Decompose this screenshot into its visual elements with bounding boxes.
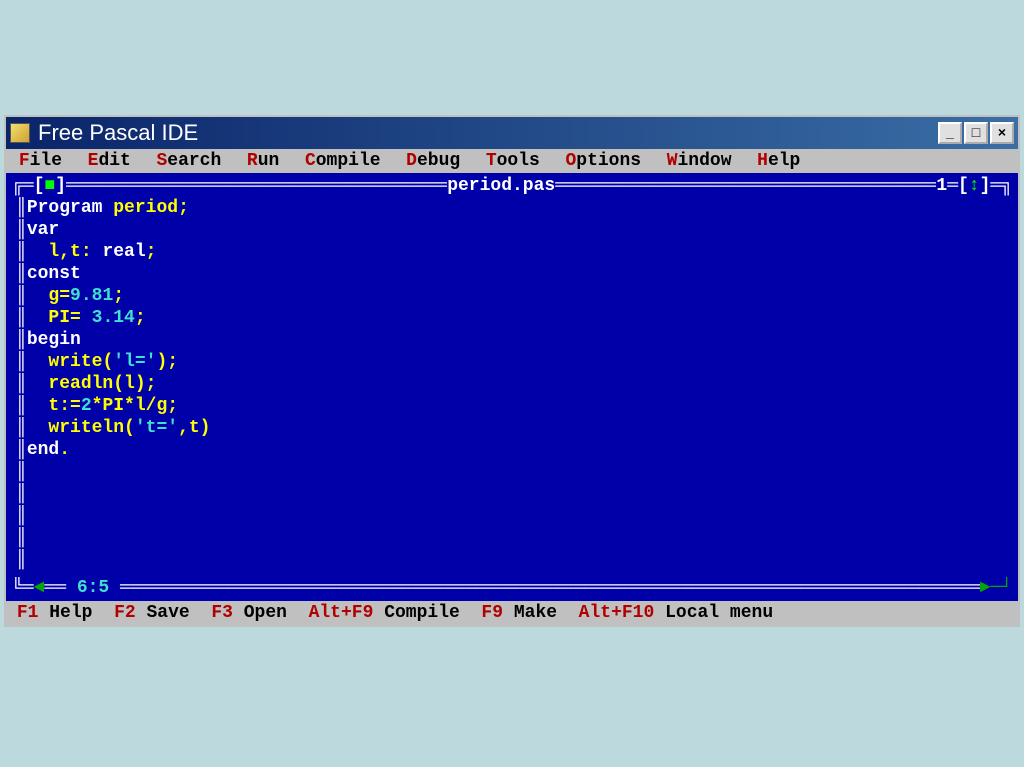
menu-file[interactable]: File (17, 151, 64, 171)
status-compile-key[interactable]: Alt+F9 (309, 603, 374, 623)
close-button[interactable]: × (990, 122, 1014, 144)
status-f3-lbl: Open (244, 603, 287, 623)
status-compile-lbl: Compile (384, 603, 460, 623)
window-controls: _ □ × (938, 122, 1014, 144)
kw-const: const (27, 264, 81, 284)
status-make-key[interactable]: F9 (481, 603, 503, 623)
status-f2-lbl: Save (146, 603, 189, 623)
resize-corner-icon[interactable]: ─┘ (990, 577, 1012, 599)
status-local-key[interactable]: Alt+F10 (579, 603, 655, 623)
status-make-lbl: Make (514, 603, 557, 623)
cursor-position: 6:5 (77, 577, 109, 599)
status-local-lbl: Local menu (665, 603, 773, 623)
menu-tools[interactable]: Tools (484, 151, 542, 171)
menu-compile[interactable]: Compile (303, 151, 383, 171)
code-area[interactable]: ║Program period; ║var ║ l,t: real; ║cons… (12, 197, 210, 577)
menu-search[interactable]: Search (154, 151, 223, 171)
frame-bottom: ╚═◄══ 6:5 ══════════════════════════════… (12, 577, 1012, 599)
scroll-right-icon[interactable]: ► (980, 577, 991, 599)
window-title: Free Pascal IDE (38, 120, 938, 146)
status-f2-key[interactable]: F2 (114, 603, 136, 623)
menu-help[interactable]: Help (755, 151, 802, 171)
status-bar: F1 Help F2 Save F3 Open Alt+F9 Compile F… (6, 601, 1018, 625)
menu-debug[interactable]: Debug (404, 151, 462, 171)
editor-body: ║Program period; ║var ║ l,t: real; ║cons… (12, 197, 1012, 577)
app-window: Free Pascal IDE _ □ × File Edit Search R… (4, 115, 1020, 627)
menu-run[interactable]: Run (245, 151, 281, 171)
kw-var: var (27, 220, 59, 240)
kw-end: end (27, 440, 59, 460)
menu-bar[interactable]: File Edit Search Run Compile Debug Tools… (6, 149, 1018, 173)
scroll-left-icon[interactable]: ◄ (34, 577, 45, 599)
status-f1-key[interactable]: F1 (17, 603, 39, 623)
minimize-button[interactable]: _ (938, 122, 962, 144)
status-f1-lbl: Help (49, 603, 92, 623)
menu-edit[interactable]: Edit (86, 151, 133, 171)
status-f3-key[interactable]: F3 (211, 603, 233, 623)
maximize-icon[interactable]: ↕ (969, 175, 980, 197)
menu-window[interactable]: Window (665, 151, 734, 171)
menu-options[interactable]: Options (563, 151, 643, 171)
kw-program: Program (27, 198, 103, 218)
close-box-icon[interactable]: ■ (44, 175, 55, 197)
title-bar[interactable]: Free Pascal IDE _ □ × (6, 117, 1018, 149)
editor-frame: ╔═[■]═══════════════════════════════════… (6, 173, 1018, 601)
maximize-button[interactable]: □ (964, 122, 988, 144)
window-number: 1 (936, 175, 947, 197)
frame-top: ╔═[■]═══════════════════════════════════… (12, 175, 1012, 197)
app-icon (10, 123, 30, 143)
kw-begin: begin (27, 330, 81, 350)
editor-filename: period.pas (447, 175, 555, 197)
